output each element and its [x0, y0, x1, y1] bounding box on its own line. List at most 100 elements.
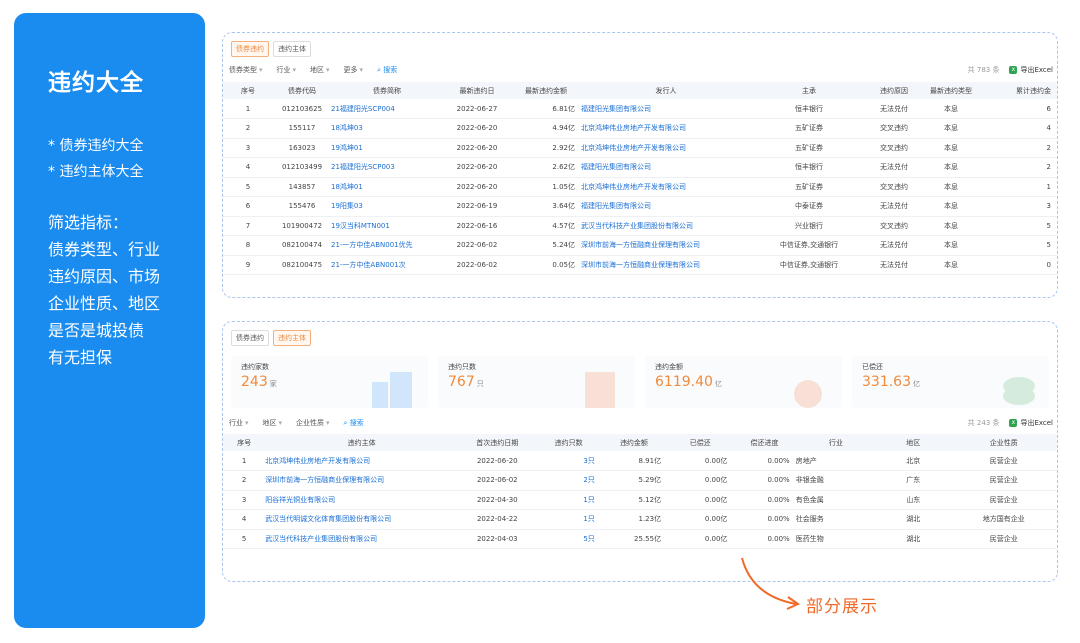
table-cell: 社会服务	[795, 509, 877, 530]
table-row[interactable]: 9 082100475 21-一方中佳ABN001次 2022-06-02 0.05亿深…	[223, 255, 1057, 275]
table-cell: 8	[223, 235, 273, 256]
filter-bond-type[interactable]: 债券类型 ▾	[229, 65, 263, 75]
table-cell[interactable]: 21福建阳光SCP004	[331, 99, 443, 119]
chevron-down-icon: ▾	[326, 419, 330, 427]
table-cell: 0.00亿	[667, 470, 734, 491]
table-cell: 155117	[273, 118, 331, 139]
table-cell: 有色金属	[795, 490, 877, 510]
table-cell: 4	[981, 118, 1057, 139]
filter-industry[interactable]: 行业 ▾	[229, 418, 249, 428]
table-cell: 恒丰银行	[751, 157, 867, 178]
table-row[interactable]: 8 082100474 21-一方中佳ABN001优先 2022-06-02 5.24亿…	[223, 235, 1057, 256]
filter-region[interactable]: 地区 ▾	[263, 418, 283, 428]
table-cell[interactable]: 18鸿坤03	[331, 118, 443, 139]
table-cell[interactable]: 福建阳光集团有限公司	[581, 99, 751, 119]
table-row[interactable]: 5 143857 18鸿坤01 2022-06-20 1.05亿 北京鸿坤伟业房地产开发有…	[223, 177, 1057, 197]
table-cell[interactable]: 阳谷祥光铜业有限公司	[265, 490, 459, 510]
bond-default-table: 序号 债券代码 债券简称 最新违约日 最新违约金额 发行人 主承 违约原因 最新违约类型 累计违约…	[223, 82, 1057, 275]
table-cell[interactable]: 福建阳光集团有限公司	[581, 196, 751, 217]
table-cell[interactable]: 2只	[536, 470, 601, 491]
table-cell: 6	[223, 196, 273, 217]
column-header: 违约金额	[600, 434, 668, 451]
table-row[interactable]: 6 155476 19阳集03 2022-06-19 3.64亿 福建阳光集团有限公司 中泰…	[223, 196, 1057, 217]
table-row[interactable]: 1 北京鸿坤伟业房地产开发有限公司 2022-06-20 3只 8.91亿 0.00亿 0.…	[223, 451, 1057, 471]
table-row[interactable]: 3 阳谷祥光铜业有限公司 2022-04-30 1只 5.12亿 0.00亿 0.00% 有色…	[223, 490, 1057, 510]
table-row[interactable]: 3 163023 19鸿坤01 2022-06-20 2.92亿 北京鸿坤伟业房地产开发有…	[223, 138, 1057, 158]
table-cell[interactable]: 1只	[536, 509, 601, 530]
table-cell[interactable]: 1只	[536, 490, 601, 510]
table-cell: 5.24亿	[511, 235, 581, 256]
table-cell: 6.81亿	[511, 99, 581, 119]
table-cell[interactable]: 武汉当代明诚文化体育集团股份有限公司	[265, 509, 459, 530]
table-cell: 0.00%	[733, 509, 796, 530]
search-button[interactable]: ⌕ 搜索	[344, 418, 364, 428]
table-cell[interactable]: 武汉当代科技产业集团股份有限公司	[581, 216, 751, 236]
table-cell[interactable]: 21-一方中佳ABN001优先	[331, 235, 443, 256]
column-header: 债券简称	[331, 82, 443, 99]
table-cell[interactable]: 18鸿坤01	[331, 177, 443, 197]
tab-bond-default[interactable]: 债券违约	[231, 41, 269, 57]
table-cell: 0.00%	[733, 470, 796, 491]
table-cell: 143857	[273, 177, 331, 197]
sidebar-filter-item: 是否是城投债	[48, 321, 145, 340]
table-cell: 1.05亿	[511, 177, 581, 197]
table-cell: 本息	[921, 255, 981, 275]
table-cell[interactable]: 深圳市前海一方恒融商业保理有限公司	[581, 255, 751, 275]
table-cell: 5	[223, 177, 273, 197]
filter-more[interactable]: 更多 ▾	[344, 65, 364, 75]
table-cell: 2022-04-30	[458, 490, 537, 510]
table-cell: 2022-04-03	[458, 529, 537, 549]
table-cell: 民营企业	[950, 490, 1057, 510]
table-cell[interactable]: 武汉当代科技产业集团股份有限公司	[265, 529, 459, 549]
table-cell[interactable]: 5只	[536, 529, 601, 549]
export-excel-button[interactable]: x 导出Excel	[1009, 418, 1053, 428]
total-count: 共 243 条	[967, 419, 1000, 427]
table-row[interactable]: 2 155117 18鸿坤03 2022-06-20 4.94亿 北京鸿坤伟业房地产开发有…	[223, 118, 1057, 139]
table-cell[interactable]: 21-一方中佳ABN001次	[331, 255, 443, 275]
table-cell[interactable]: 北京鸿坤伟业房地产开发有限公司	[581, 118, 751, 139]
table-cell: 2	[223, 470, 266, 491]
table-row[interactable]: 2 深圳市前海一方恒融商业保理有限公司 2022-06-02 2只 5.29亿 0.00亿…	[223, 470, 1057, 491]
table-cell: 082100474	[273, 235, 331, 256]
tab-default-entity[interactable]: 违约主体	[273, 41, 311, 57]
table-cell: 5.12亿	[600, 490, 668, 510]
table-cell[interactable]: 3只	[536, 451, 601, 471]
table-cell[interactable]: 21福建阳光SCP003	[331, 157, 443, 178]
table-row[interactable]: 4 武汉当代明诚文化体育集团股份有限公司 2022-04-22 1只 1.23亿 0.00…	[223, 509, 1057, 530]
table-cell[interactable]: 北京鸿坤伟业房地产开发有限公司	[581, 177, 751, 197]
table-cell[interactable]: 深圳市前海一方恒融商业保理有限公司	[265, 470, 459, 491]
table-cell[interactable]: 19阳集03	[331, 196, 443, 217]
stat-unit: 家	[269, 380, 277, 388]
tab-bond-default[interactable]: 债券违约	[231, 330, 269, 346]
excel-icon: x	[1009, 66, 1018, 74]
tab-default-entity[interactable]: 违约主体	[273, 330, 311, 346]
filter-industry[interactable]: 行业 ▾	[277, 65, 297, 75]
export-excel-button[interactable]: x 导出Excel	[1009, 65, 1053, 75]
table-row[interactable]: 7 101900472 19汉当科MTN001 2022-06-16 4.57亿 武汉当代…	[223, 216, 1057, 236]
column-header: 最新违约金额	[511, 82, 581, 99]
table-cell[interactable]: 北京鸿坤伟业房地产开发有限公司	[265, 451, 459, 471]
table-row[interactable]: 5 武汉当代科技产业集团股份有限公司 2022-04-03 5只 25.55亿 0.00亿…	[223, 529, 1057, 549]
sidebar-item-bond-default: * 债券违约大全	[48, 138, 144, 154]
column-header: 违约主体	[265, 434, 459, 451]
table-row[interactable]: 1 012103625 21福建阳光SCP004 2022-06-27 6.81亿 福建阳…	[223, 99, 1057, 119]
table-cell[interactable]: 深圳市前海一方恒融商业保理有限公司	[581, 235, 751, 256]
table-row[interactable]: 4 012103499 21福建阳光SCP003 2022-06-20 2.62亿 福建阳…	[223, 157, 1057, 178]
table-cell[interactable]: 福建阳光集团有限公司	[581, 157, 751, 178]
filter-region[interactable]: 地区 ▾	[310, 65, 330, 75]
callout-label: 部分展示	[806, 597, 878, 617]
table-cell[interactable]: 19鸿坤01	[331, 138, 443, 158]
table-cell: 非银金融	[795, 470, 877, 491]
table-cell[interactable]: 19汉当科MTN001	[331, 216, 443, 236]
table-cell: 1	[223, 99, 273, 119]
sidebar-title: 违约大全	[48, 70, 144, 96]
column-header: 序号	[223, 434, 266, 451]
table-cell[interactable]: 北京鸿坤伟业房地产开发有限公司	[581, 138, 751, 158]
table-cell: 民营企业	[950, 529, 1057, 549]
table-cell: 五矿证券	[751, 177, 867, 197]
table-cell: 无法兑付	[867, 196, 921, 217]
search-button[interactable]: ⌕ 搜索	[377, 65, 397, 75]
filter-enterprise-nature[interactable]: 企业性质 ▾	[296, 418, 330, 428]
column-header: 最新违约类型	[921, 82, 981, 99]
table-cell: 2022-06-02	[443, 255, 511, 275]
